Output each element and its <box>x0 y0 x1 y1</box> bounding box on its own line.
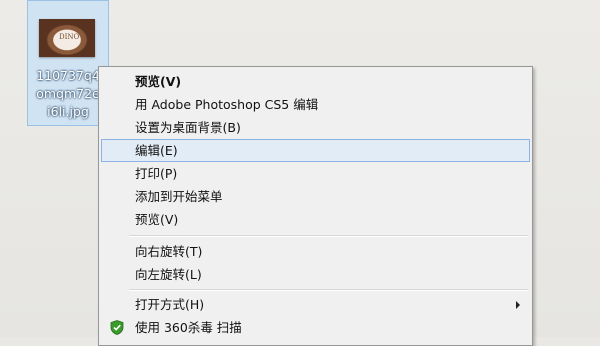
menu-item-label: 编辑(E) <box>135 143 178 158</box>
menu-separator <box>129 235 528 237</box>
menu-item-label: 打印(P) <box>135 166 178 181</box>
360-shield-icon <box>110 320 124 335</box>
menu-item-label: 预览(V) <box>135 74 182 89</box>
thumbnail-text: DINO <box>59 33 80 41</box>
menu-item-add-to-start-menu[interactable]: 添加到开始菜单 <box>101 185 530 208</box>
file-name-label: 110737q4 omqm72e i6li.jpg <box>28 67 108 121</box>
menu-item-rotate-left[interactable]: 向左旋转(L) <box>101 263 530 286</box>
desktop[interactable]: DINO 110737q4 omqm72e i6li.jpg 预览(V) 用 A… <box>0 0 600 346</box>
menu-item-open-with[interactable]: 打开方式(H) <box>101 293 530 316</box>
menu-item-label: 向左旋转(L) <box>135 267 202 282</box>
file-name-line: omqm72e <box>36 86 100 101</box>
file-name-line: i6li.jpg <box>47 104 89 119</box>
menu-item-label: 设置为桌面背景(B) <box>135 120 241 135</box>
menu-item-label: 打开方式(H) <box>135 297 205 312</box>
menu-item-edit[interactable]: 编辑(E) <box>101 139 530 162</box>
menu-item-label: 向右旋转(T) <box>135 244 203 259</box>
context-menu: 预览(V) 用 Adobe Photoshop CS5 编辑 设置为桌面背景(B… <box>98 66 533 346</box>
menu-item-rotate-right[interactable]: 向右旋转(T) <box>101 240 530 263</box>
menu-item-label: 用 Adobe Photoshop CS5 编辑 <box>135 97 319 112</box>
menu-item-360-scan[interactable]: 使用 360杀毒 扫描 <box>101 316 530 339</box>
menu-item-preview[interactable]: 预览(V) <box>101 208 530 231</box>
image-thumbnail: DINO <box>39 19 95 57</box>
menu-separator <box>129 289 528 291</box>
menu-item-edit-with-photoshop[interactable]: 用 Adobe Photoshop CS5 编辑 <box>101 93 530 116</box>
menu-item-label: 预览(V) <box>135 212 179 227</box>
desktop-file-icon[interactable]: DINO 110737q4 omqm72e i6li.jpg <box>27 0 109 126</box>
menu-item-preview-default[interactable]: 预览(V) <box>101 70 530 93</box>
menu-item-set-desktop-background[interactable]: 设置为桌面背景(B) <box>101 116 530 139</box>
menu-item-label: 使用 360杀毒 扫描 <box>135 320 242 335</box>
file-name-line: 110737q4 <box>36 68 100 83</box>
menu-item-print[interactable]: 打印(P) <box>101 162 530 185</box>
menu-item-label: 添加到开始菜单 <box>135 189 223 204</box>
submenu-arrow-icon <box>516 301 520 309</box>
